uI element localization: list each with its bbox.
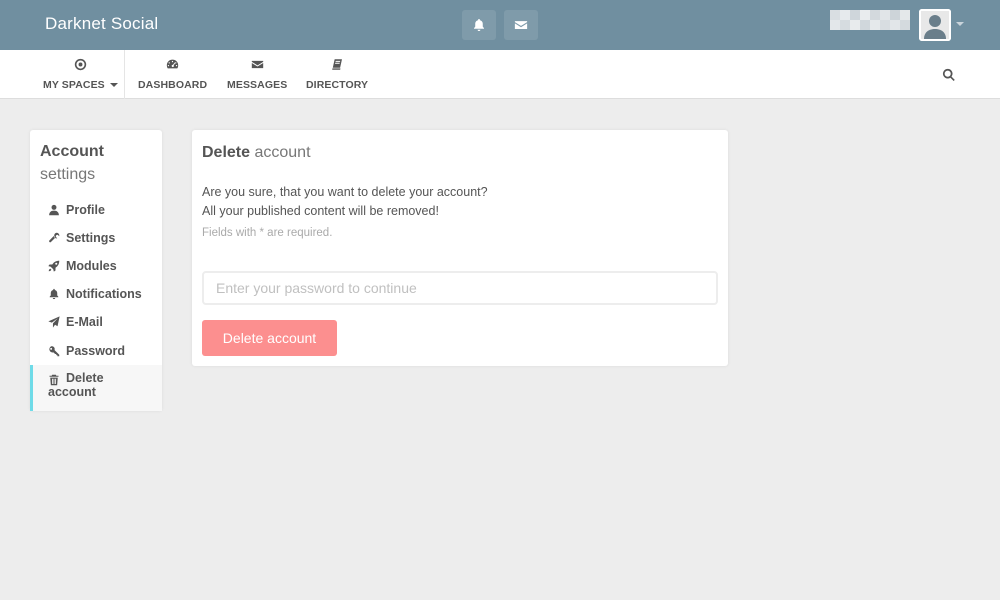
sidebar-item-profile[interactable]: Profile [30,196,162,224]
sidebar-item-label-line2: account [48,385,96,399]
main-nav: MY SPACES DASHBOARD MESSAGES DIRECTORY [0,50,1000,99]
bell-icon [49,288,59,300]
user-name-pixel [880,20,890,30]
nav-my-spaces[interactable]: MY SPACES [43,50,118,99]
envelope-icon [514,21,528,29]
sidebar-title: Account [40,143,104,160]
user-name-pixel [830,20,840,30]
chevron-down-icon [109,83,118,88]
sidebar-item-email[interactable]: E-Mail [30,308,162,336]
nav-my-spaces-label: MY SPACES [43,79,105,91]
user-name-pixel [840,10,850,20]
top-bar: Darknet Social [0,0,1000,50]
user-name-pixel [880,10,890,20]
sidebar-item-label: E-Mail [66,315,103,329]
sidebar-item-delete-account[interactable]: Delete account [30,365,162,411]
user-name-pixel [890,20,900,30]
sidebar-item-settings[interactable]: Settings [30,224,162,252]
sidebar-item-label: Modules [66,259,117,273]
user-name-pixel [890,10,900,20]
envelope-icon [251,60,263,69]
user-name-pixelated[interactable] [830,10,910,30]
nav-directory[interactable]: DIRECTORY [306,50,368,99]
page-title-bold: Delete [202,144,251,161]
nav-messages[interactable]: MESSAGES [227,50,287,99]
search-button[interactable] [942,67,958,83]
nav-dashboard[interactable]: DASHBOARD [138,50,207,99]
account-settings-menu: Account settings Profile Settings Module… [30,130,162,411]
sidebar-item-label: Password [66,344,126,358]
sidebar-item-label: Profile [66,203,105,217]
nav-dashboard-label: DASHBOARD [138,79,208,91]
sidebar-item-label: Settings [66,231,116,245]
nav-messages-label: MESSAGES [227,79,288,91]
user-silhouette-icon [919,9,951,41]
confirmation-question: Are you sure, that you want to delete yo… [202,185,488,199]
user-name-pixel [830,10,840,20]
user-name-pixel [900,10,910,20]
page-title: Delete account [202,144,311,162]
user-menu-caret-icon[interactable] [956,22,964,26]
page-title-light: account [254,144,311,161]
user-name-pixel [860,10,870,20]
user-name-pixel [860,20,870,30]
user-name-pixel [900,20,910,30]
sidebar-item-notifications[interactable]: Notifications [30,280,162,308]
search-icon [942,68,955,81]
paper-plane-icon [48,316,60,328]
sidebar-item-label: Notifications [66,287,142,301]
rocket-icon [48,260,60,272]
bell-icon [474,19,484,32]
user-name-pixel [850,10,860,20]
user-name-pixel [870,10,880,20]
password-input[interactable] [202,271,718,305]
nav-directory-label: DIRECTORY [306,79,369,91]
delete-account-panel: Delete account Are you sure, that you wa… [192,130,728,366]
brand-title[interactable]: Darknet Social [45,14,158,34]
user-name-pixel [850,20,860,30]
content-warning: All your published content will be remov… [202,204,439,218]
user-icon [49,204,59,216]
notifications-button[interactable] [462,10,496,40]
sidebar-subtitle: settings [40,166,96,183]
required-fields-hint: Fields with * are required. [202,227,333,239]
user-name-pixel [840,20,850,30]
user-name-pixel [870,20,880,30]
avatar[interactable] [919,9,951,41]
nav-divider [124,50,125,99]
delete-account-button[interactable]: Delete account [202,320,337,356]
sidebar-item-password[interactable]: Password [30,337,162,365]
sidebar-item-modules[interactable]: Modules [30,252,162,280]
wrench-icon [49,232,60,243]
dot-circle-icon [74,58,87,71]
tachometer-icon [166,59,179,69]
key-icon [49,346,60,357]
book-icon [331,59,342,70]
messages-button[interactable] [504,10,538,40]
